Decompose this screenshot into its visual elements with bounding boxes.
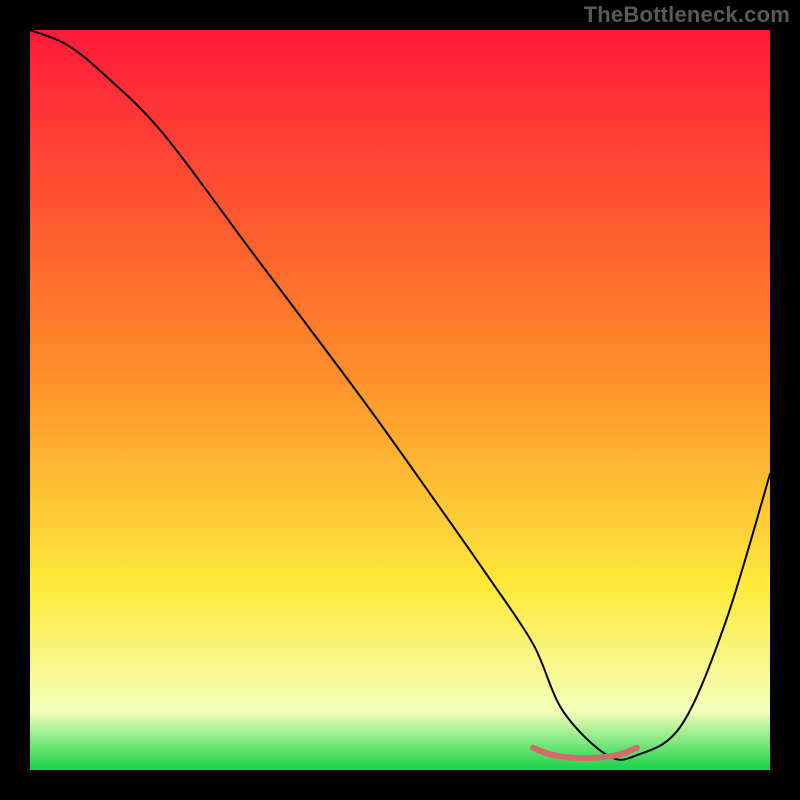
watermark-text: TheBottleneck.com — [584, 2, 790, 28]
curve-layer — [30, 30, 770, 770]
plot-area — [30, 30, 770, 770]
optimal-range-marker — [533, 748, 637, 758]
bottleneck-curve — [30, 30, 770, 760]
chart-frame: TheBottleneck.com — [0, 0, 800, 800]
